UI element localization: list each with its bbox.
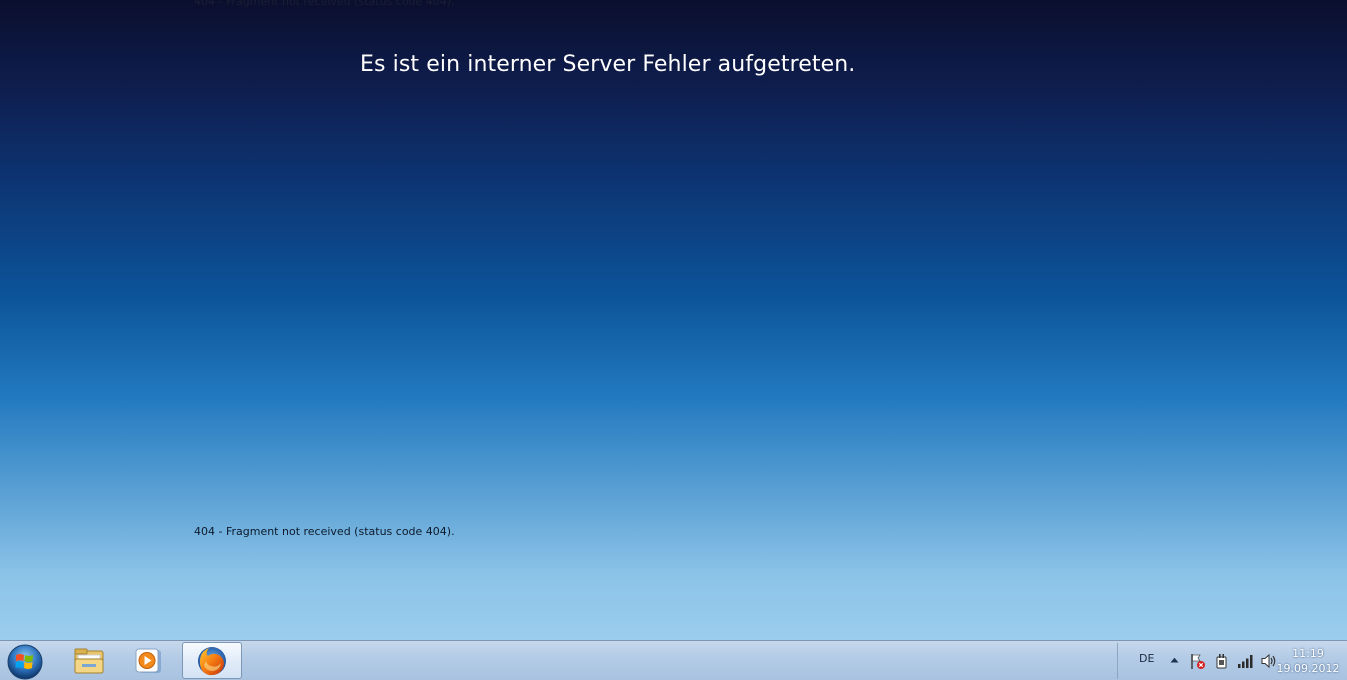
system-tray: DE 11:19 19.09.2012	[1117, 641, 1347, 680]
media-player-icon	[135, 648, 161, 673]
fragment-error-bottom: 404 - Fragment not received (status code…	[194, 525, 455, 538]
browser-page-content: 404 - Fragment not received (status code…	[0, 0, 1347, 640]
system-clock[interactable]: 11:19 19.09.2012	[1275, 646, 1341, 676]
fragment-error-top: 404 - Fragment not received (status code…	[194, 0, 455, 8]
network-signal-icon[interactable]	[1237, 653, 1254, 669]
power-icon[interactable]	[1214, 653, 1230, 670]
clock-time: 11:19	[1292, 647, 1324, 660]
clock-date: 19.09.2012	[1276, 662, 1340, 675]
language-indicator[interactable]: DE	[1139, 652, 1154, 665]
start-button[interactable]	[4, 642, 44, 680]
taskbar-firefox-button[interactable]	[182, 642, 242, 679]
folder-icon	[74, 648, 104, 673]
action-center-flag-icon[interactable]	[1189, 653, 1206, 670]
chevron-up-icon[interactable]	[1170, 657, 1179, 663]
desktop-screen: 404 - Fragment not received (status code…	[0, 0, 1347, 680]
taskbar: DE 11:19 19.09.2012	[0, 640, 1347, 680]
windows-start-orb-icon	[7, 644, 43, 680]
taskbar-media-player-button[interactable]	[120, 642, 178, 679]
server-error-heading: Es ist ein interner Server Fehler aufget…	[360, 52, 856, 77]
tray-separator	[1117, 643, 1118, 679]
firefox-icon	[198, 646, 226, 675]
taskbar-explorer-button[interactable]	[60, 642, 118, 679]
